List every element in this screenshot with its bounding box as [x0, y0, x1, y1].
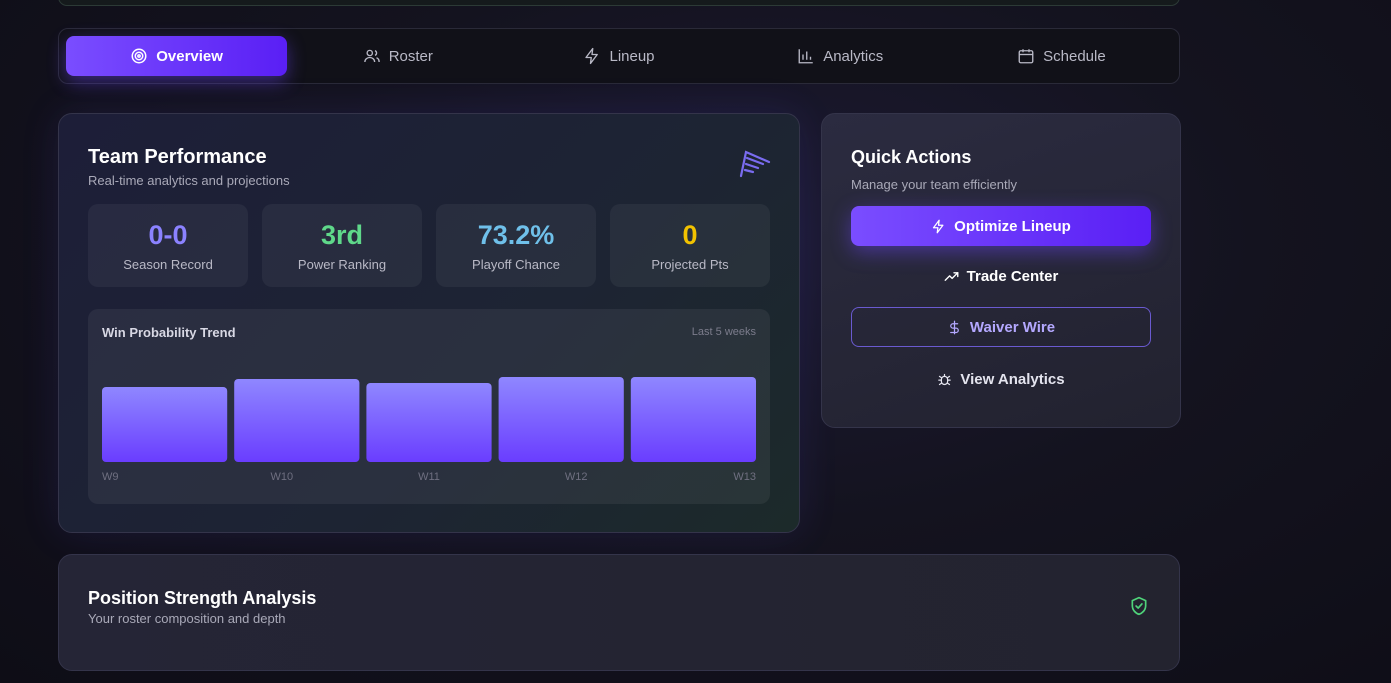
- trend-week-label: W11: [418, 471, 440, 483]
- stat-season-record: 0-0 Season Record: [88, 204, 248, 287]
- calendar-icon: [1018, 49, 1034, 64]
- win-probability-chart: W9 W10 W11 W12 W13: [102, 377, 756, 483]
- quick-actions-subtitle: Manage your team efficiently: [851, 177, 1017, 192]
- tab-bar: Overview Roster Lineup Analytics Schedul…: [58, 28, 1180, 84]
- top-panel-edge: [58, 0, 1180, 6]
- bug-icon: [938, 373, 952, 385]
- trend-week-label: W9: [102, 471, 119, 483]
- position-subtitle: Your roster composition and depth: [88, 611, 286, 626]
- trend-bar: [102, 387, 228, 462]
- brand-logo-icon: [739, 150, 771, 178]
- trending-up-icon: [944, 271, 959, 281]
- stat-value: 0-0: [148, 219, 188, 250]
- bar-chart-icon: [798, 49, 813, 64]
- position-strength-card: Position Strength Analysis Your roster c…: [58, 554, 1180, 671]
- bolt-icon: [585, 47, 599, 65]
- tab-label: Analytics: [823, 47, 884, 65]
- trend-title: Win Probability Trend: [102, 325, 236, 340]
- stat-value: 3rd: [320, 219, 364, 250]
- tab-roster[interactable]: Roster: [287, 36, 508, 76]
- trend-range: Last 5 weeks: [691, 326, 756, 338]
- trend-bar: [498, 377, 624, 462]
- stat-label: Playoff Chance: [472, 256, 560, 272]
- trend-week-label: W10: [270, 471, 293, 483]
- tab-label: Schedule: [1043, 47, 1106, 65]
- users-icon: [363, 49, 380, 63]
- tab-label: Lineup: [609, 47, 655, 65]
- stat-projected-pts: 0 Projected Pts: [610, 204, 770, 287]
- dollar-icon: [950, 320, 959, 334]
- trade-center-button[interactable]: Trade Center: [851, 256, 1151, 296]
- stat-label: Projected Pts: [651, 256, 729, 272]
- tab-label: Overview: [156, 47, 223, 65]
- tab-lineup[interactable]: Lineup: [508, 36, 729, 76]
- trend-bar: [234, 379, 360, 462]
- trend-week-label: W12: [565, 471, 588, 483]
- trend-bar: [630, 377, 756, 462]
- tab-overview[interactable]: Overview: [66, 36, 288, 76]
- position-header: Position Strength Analysis Your roster c…: [88, 588, 316, 626]
- tab-schedule[interactable]: Schedule: [951, 36, 1172, 76]
- quick-actions-card: Quick Actions Manage your team efficient…: [821, 113, 1181, 428]
- target-icon: [131, 48, 147, 64]
- view-analytics-button[interactable]: View Analytics: [851, 359, 1151, 399]
- trend-week-label: W13: [733, 471, 756, 483]
- team-performance-card: Team Performance Real-time analytics and…: [58, 113, 800, 533]
- button-label: Waiver Wire: [969, 318, 1056, 336]
- tab-analytics[interactable]: Analytics: [730, 36, 951, 76]
- position-title: Position Strength Analysis: [88, 588, 317, 608]
- trend-bar: [366, 383, 492, 462]
- stat-value: 0: [682, 219, 698, 250]
- performance-subtitle: Real-time analytics and projections: [88, 173, 290, 188]
- button-label: Trade Center: [966, 267, 1059, 285]
- tab-label: Roster: [388, 47, 433, 65]
- stat-label: Season Record: [123, 256, 213, 272]
- stat-label: Power Ranking: [297, 256, 387, 272]
- waiver-wire-button[interactable]: Waiver Wire: [851, 307, 1151, 347]
- stats-row: 0-0 Season Record 3rd Power Ranking 73.2…: [88, 204, 770, 287]
- optimize-lineup-button[interactable]: Optimize Lineup: [851, 206, 1151, 246]
- stat-playoff-chance: 73.2% Playoff Chance: [436, 204, 596, 287]
- button-label: View Analytics: [960, 370, 1065, 388]
- performance-header: Team Performance Real-time analytics and…: [88, 146, 290, 188]
- button-label: Optimize Lineup: [954, 217, 1071, 235]
- quick-actions-title: Quick Actions: [851, 147, 972, 167]
- performance-title: Team Performance: [88, 146, 267, 168]
- quick-actions-header: Quick Actions Manage your team efficient…: [851, 147, 1017, 192]
- stat-power-ranking: 3rd Power Ranking: [262, 204, 422, 287]
- bolt-icon: [933, 219, 944, 233]
- shield-check-icon: [1131, 596, 1147, 616]
- win-probability-panel: Win Probability Trend Last 5 weeks W9 W10…: [88, 309, 770, 504]
- stat-value: 73.2%: [477, 219, 555, 250]
